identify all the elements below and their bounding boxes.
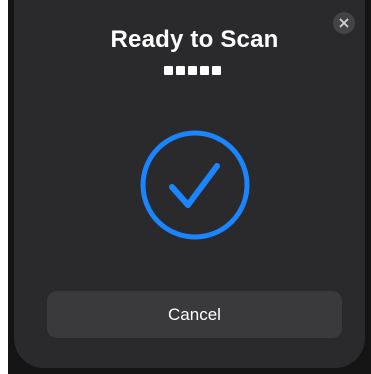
code-dot	[188, 66, 197, 75]
code-indicator	[164, 66, 221, 75]
dialog-title: Ready to Scan	[110, 26, 279, 53]
code-dot	[212, 66, 221, 75]
success-status	[138, 128, 252, 242]
cancel-button[interactable]: Cancel	[47, 291, 342, 338]
code-dot	[176, 66, 185, 75]
checkmark-circle-icon	[140, 130, 250, 240]
code-dot	[200, 66, 209, 75]
code-dot	[164, 66, 173, 75]
cancel-button-label: Cancel	[168, 304, 221, 324]
